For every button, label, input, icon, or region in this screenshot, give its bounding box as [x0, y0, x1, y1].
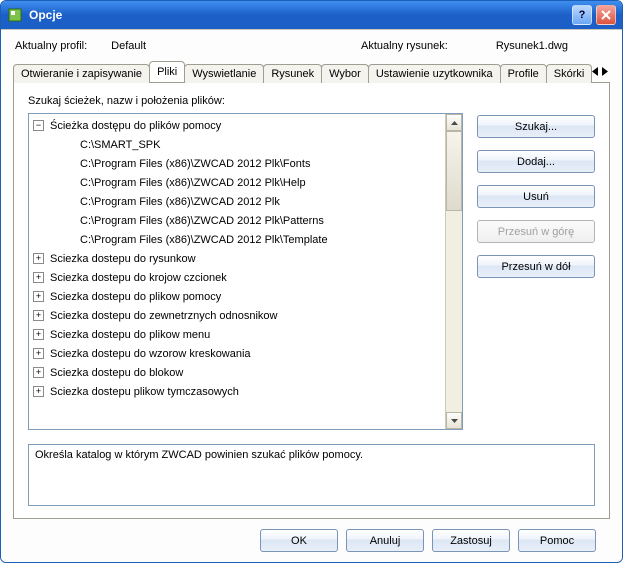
tree-leaf[interactable]: C:\SMART_SPK — [33, 135, 445, 154]
tab-files[interactable]: Pliki — [149, 61, 185, 82]
current-drawing-value: Rysunek1.dwg — [496, 40, 568, 52]
tree-node[interactable]: +Sciezka dostepu do krojow czcionek — [33, 268, 445, 287]
cancel-button[interactable]: Anuluj — [346, 529, 424, 552]
current-drawing-label: Aktualny rysunek: — [361, 40, 448, 52]
current-profile-value: Default — [111, 40, 146, 52]
tree-node[interactable]: +Sciezka dostepu do wzorow kreskowania — [33, 344, 445, 363]
apply-button[interactable]: Zastosuj — [432, 529, 510, 552]
tab-scroll-right[interactable] — [601, 65, 610, 78]
expand-icon[interactable]: + — [33, 329, 44, 340]
tree-leaf[interactable]: C:\Program Files (x86)\ZWCAD 2012 Plk\Pa… — [33, 211, 445, 230]
tabstrip: Otwieranie i zapisywanie Pliki Wyswietla… — [13, 60, 610, 82]
scroll-up-button[interactable] — [446, 114, 462, 131]
tab-selection[interactable]: Wybor — [321, 64, 369, 83]
tab-profiles[interactable]: Profile — [500, 64, 547, 83]
expand-icon[interactable]: + — [33, 386, 44, 397]
scroll-track[interactable] — [446, 131, 462, 412]
current-profile-label: Aktualny profil: — [15, 40, 87, 52]
tree-node[interactable]: +Sciezka dostepu do plikow pomocy — [33, 287, 445, 306]
remove-button[interactable]: Usuń — [477, 185, 595, 208]
expand-icon[interactable]: + — [33, 272, 44, 283]
description-box: Określa katalog w którym ZWCAD powinien … — [28, 444, 595, 506]
dialog-body: Aktualny profil: Default Aktualny rysune… — [1, 29, 622, 562]
scroll-down-button[interactable] — [446, 412, 462, 429]
move-down-button[interactable]: Przesuń w dół — [477, 255, 595, 278]
tree-node[interactable]: +Sciezka dostepu do zewnetrznych odnosni… — [33, 306, 445, 325]
tree-node[interactable]: +Sciezka dostepu do rysunkow — [33, 249, 445, 268]
tab-user-prefs[interactable]: Ustawienie uzytkownika — [368, 64, 501, 83]
window-title: Opcje — [29, 8, 568, 22]
tab-display[interactable]: Wyswietlanie — [184, 64, 264, 83]
tab-page-files: Szukaj ścieżek, nazw i położenia plików:… — [13, 82, 610, 519]
options-dialog: Opcje ? Aktualny profil: Default Aktualn… — [0, 0, 623, 563]
profile-row: Aktualny profil: Default Aktualny rysune… — [13, 36, 610, 60]
tree-leaf[interactable]: C:\Program Files (x86)\ZWCAD 2012 Plk — [33, 192, 445, 211]
tree-scrollbar[interactable] — [445, 114, 462, 429]
add-button[interactable]: Dodaj... — [477, 150, 595, 173]
expand-icon[interactable]: + — [33, 367, 44, 378]
tab-open-save[interactable]: Otwieranie i zapisywanie — [13, 64, 150, 83]
scroll-thumb[interactable] — [446, 131, 462, 211]
search-button[interactable]: Szukaj... — [477, 115, 595, 138]
help-button[interactable]: Pomoc — [518, 529, 596, 552]
tree-leaf[interactable]: C:\Program Files (x86)\ZWCAD 2012 Plk\Te… — [33, 230, 445, 249]
description-text: Określa katalog w którym ZWCAD powinien … — [35, 449, 363, 461]
tree-node-label: Ścieżka dostępu do plików pomocy — [50, 120, 221, 132]
tree-leaf[interactable]: C:\Program Files (x86)\ZWCAD 2012 Plk\He… — [33, 173, 445, 192]
expand-icon[interactable]: + — [33, 253, 44, 264]
tree-node[interactable]: − Ścieżka dostępu do plików pomocy — [33, 116, 445, 135]
tree-leaf[interactable]: C:\Program Files (x86)\ZWCAD 2012 Plk\Fo… — [33, 154, 445, 173]
expand-icon[interactable]: + — [33, 310, 44, 321]
titlebar-close-button[interactable] — [596, 5, 616, 25]
path-action-buttons: Szukaj... Dodaj... Usuń Przesuń w górę P… — [477, 113, 595, 430]
titlebar[interactable]: Opcje ? — [1, 1, 622, 29]
tab-scroll-left[interactable] — [591, 65, 600, 78]
ok-button[interactable]: OK — [260, 529, 338, 552]
expand-icon[interactable]: + — [33, 348, 44, 359]
tree-node[interactable]: +Sciezka dostepu do plikow menu — [33, 325, 445, 344]
move-up-button: Przesuń w górę — [477, 220, 595, 243]
app-icon — [7, 7, 23, 23]
tree-node[interactable]: +Sciezka dostepu do blokow — [33, 363, 445, 382]
expand-icon[interactable]: + — [33, 291, 44, 302]
collapse-icon[interactable]: − — [33, 120, 44, 131]
path-tree[interactable]: − Ścieżka dostępu do plików pomocy C:\SM… — [28, 113, 463, 430]
page-heading: Szukaj ścieżek, nazw i położenia plików: — [28, 95, 595, 107]
tab-skins[interactable]: Skórki — [546, 64, 593, 83]
dialog-footer: OK Anuluj Zastosuj Pomoc — [13, 519, 610, 552]
tab-drawing[interactable]: Rysunek — [263, 64, 322, 83]
tree-node[interactable]: +Sciezka dostepu plikow tymczasowych — [33, 382, 445, 401]
titlebar-help-button[interactable]: ? — [572, 5, 592, 25]
